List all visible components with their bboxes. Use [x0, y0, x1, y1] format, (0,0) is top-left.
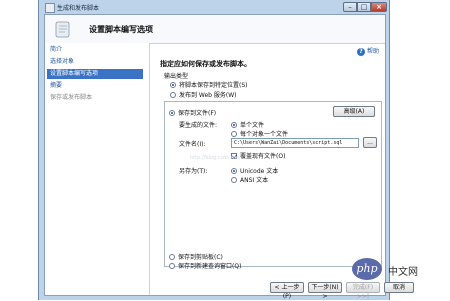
radio-label: 将脚本保存到特定位置(S) [179, 82, 248, 89]
radio-label: 保存到新建查询窗口(Q) [178, 263, 242, 270]
sidebar-item-summary[interactable]: 摘要 [47, 81, 143, 91]
options-pane: ? 帮助 指定应如何保存或发布脚本。 输出类型 将脚本保存到特定位置(S) 发布到… [150, 43, 385, 295]
radio-ansi-text[interactable]: ANSI 文本 [231, 175, 268, 184]
page-title: 设置脚本编写选项 [89, 25, 153, 34]
script-scroll-icon [55, 21, 70, 38]
browse-button[interactable]: ... [363, 137, 377, 148]
files-to-generate-label: 要生成的文件: [179, 122, 218, 129]
filename-label: 文件名(I): [179, 141, 206, 148]
radio-unicode-text[interactable]: Unicode 文本 [231, 166, 278, 175]
sidebar-item-choose-objects[interactable]: 选择对象 [47, 57, 143, 67]
radio-save-to-file[interactable]: 保存到文件(F) [169, 108, 216, 117]
advanced-button[interactable]: 高级(A) [333, 106, 375, 117]
radio-label: 保存到剪贴板(C) [178, 254, 223, 261]
save-as-label: 另存为(T): [179, 168, 208, 175]
faint-watermark: http://blog.csdn.net/ [190, 155, 241, 161]
filename-input[interactable]: C:\Users\WanZai\Documents\script.sql [231, 138, 359, 148]
chinese-site-watermark: 中文网 [388, 267, 418, 278]
dialog-window: 生成和发布脚本 – □ × 设置脚本编写选项 简介 选择对象 设置脚本编写选项 … [38, 0, 414, 300]
radio-indicator[interactable] [231, 130, 237, 137]
radio-publish-web[interactable]: 发布到 Web 服务(W) [170, 90, 237, 99]
maximize-button[interactable]: □ [357, 2, 371, 12]
wizard-sidebar: 简介 选择对象 设置脚本编写选项 摘要 保存或发布脚本 [45, 43, 150, 295]
wizard-footer: < 上一步(P) 下一步(N) > 完成(F) >>| 取消 [150, 281, 414, 300]
save-options-group: 保存到文件(F) 高级(A) 要生成的文件: 单个文件 每个对象一个文件 文件名… [164, 101, 382, 270]
sidebar-item-save-publish: 保存或发布脚本 [50, 94, 93, 101]
sidebar-item-intro[interactable]: 简介 [47, 45, 143, 55]
radio-single-file[interactable]: 单个文件 [231, 120, 264, 129]
php-logo-watermark: php [352, 258, 382, 280]
help-label: 帮助 [366, 48, 379, 55]
output-type-label: 输出类型 [164, 73, 189, 80]
radio-indicator[interactable] [170, 81, 176, 88]
sidebar-item-scripting-options[interactable]: 设置脚本编写选项 [47, 69, 143, 79]
radio-indicator[interactable] [169, 253, 175, 260]
window-title: 生成和发布脚本 [57, 5, 100, 12]
cancel-button[interactable]: 取消 [384, 282, 414, 293]
checkbox-label: 覆盖现有文件(O) [240, 153, 286, 160]
title-bar[interactable]: 生成和发布脚本 – □ × [39, 0, 389, 14]
close-button[interactable]: × [371, 2, 387, 12]
radio-label: 保存到文件(F) [178, 110, 217, 117]
radio-label: 单个文件 [240, 122, 265, 129]
radio-file-per-object[interactable]: 每个对象一个文件 [231, 129, 288, 138]
page-header: 设置脚本编写选项 [45, 15, 385, 44]
radio-indicator[interactable] [231, 121, 237, 128]
radio-save-to-clipboard[interactable]: 保存到剪贴板(C) [169, 252, 223, 261]
radio-indicator[interactable] [231, 167, 237, 174]
next-button[interactable]: 下一步(N) > [308, 282, 342, 300]
help-link[interactable]: ? 帮助 [356, 46, 379, 56]
previous-button[interactable]: < 上一步(P) [270, 282, 304, 300]
radio-save-to-new-query[interactable]: 保存到新建查询窗口(Q) [169, 261, 241, 270]
radio-label: Unicode 文本 [240, 168, 279, 175]
section-title: 指定应如何保存或发布脚本。 [160, 60, 251, 68]
radio-label: 每个对象一个文件 [240, 131, 289, 138]
help-icon: ? [356, 47, 365, 56]
radio-indicator[interactable] [231, 176, 237, 183]
radio-save-to-location[interactable]: 将脚本保存到特定位置(S) [170, 80, 248, 89]
finish-button: 完成(F) >>| [346, 282, 380, 300]
app-icon [45, 3, 55, 13]
radio-label: 发布到 Web 服务(W) [179, 92, 237, 99]
minimize-button[interactable]: – [343, 2, 357, 12]
radio-indicator[interactable] [169, 109, 175, 116]
radio-indicator[interactable] [169, 262, 175, 269]
radio-indicator[interactable] [170, 91, 176, 98]
radio-label: ANSI 文本 [240, 177, 269, 184]
